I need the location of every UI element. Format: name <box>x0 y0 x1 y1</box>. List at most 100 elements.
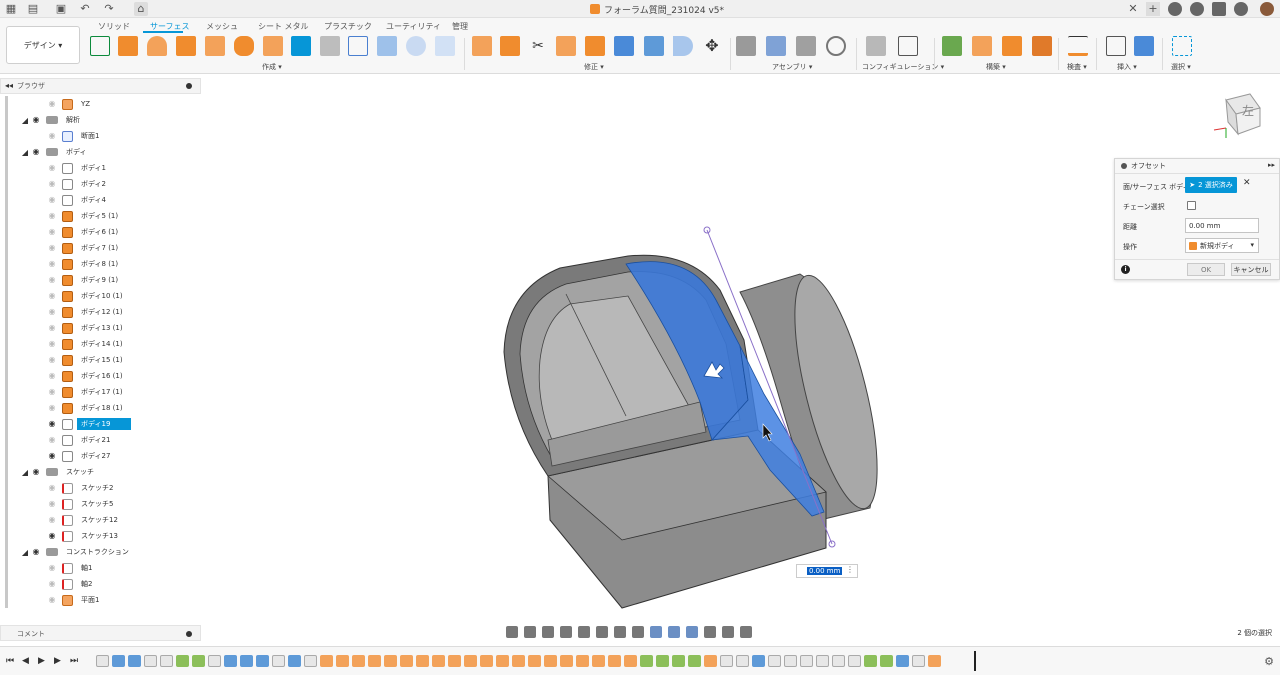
fillet-icon[interactable] <box>673 36 693 56</box>
ok-button[interactable]: OK <box>1187 263 1225 276</box>
visibility-eye-icon[interactable]: ◉ <box>46 276 58 284</box>
plane-at-angle-icon[interactable] <box>972 36 992 56</box>
tab-plastic[interactable]: プラスチック <box>324 21 372 32</box>
browser-item[interactable]: ◢ ◉ ボディ <box>20 144 91 160</box>
more-options-icon[interactable]: ⋮ <box>846 565 854 574</box>
timeline-feature[interactable] <box>336 655 349 667</box>
browser-item[interactable]: ◉ 断面1 <box>46 128 103 144</box>
go-to-start-icon[interactable]: ⏮ <box>6 656 14 666</box>
new-tab-icon[interactable]: + <box>1146 2 1160 16</box>
timeline-marker[interactable] <box>974 651 976 671</box>
browser-item[interactable]: ◉ ボディ18 (1) <box>46 400 127 416</box>
insert-image-icon[interactable] <box>1134 36 1154 56</box>
visibility-eye-icon[interactable]: ◉ <box>30 548 42 556</box>
sweep-icon[interactable] <box>176 36 196 56</box>
group-modify[interactable]: 修正 ▾ <box>584 62 604 72</box>
viewcube[interactable]: 左 <box>1212 90 1272 140</box>
browser-item[interactable]: ◉ ボディ16 (1) <box>46 368 127 384</box>
file-menu-icon[interactable]: ▤ <box>26 2 40 16</box>
shaded-icon[interactable] <box>668 626 680 638</box>
as-built-joint-icon[interactable] <box>796 36 816 56</box>
redo-icon[interactable]: ↷ <box>102 2 116 16</box>
hidden-edges-icon[interactable] <box>686 626 698 638</box>
timeline-feature[interactable] <box>752 655 765 667</box>
visibility-eye-icon[interactable]: ◉ <box>46 452 58 460</box>
tab-mesh[interactable]: メッシュ <box>206 21 238 32</box>
offset-dialog-header[interactable]: オフセット ▸▸ <box>1115 159 1279 174</box>
timeline-feature[interactable] <box>512 655 525 667</box>
boundary-fill-icon[interactable] <box>348 36 368 56</box>
browser-item[interactable]: ◉ ボディ15 (1) <box>46 352 127 368</box>
timeline-feature[interactable] <box>352 655 365 667</box>
timeline-feature[interactable] <box>880 655 893 667</box>
timeline-feature[interactable] <box>688 655 701 667</box>
manipulator-distance-input[interactable]: 0.00 mm ⋮ <box>796 564 858 578</box>
avatar[interactable] <box>1260 2 1274 16</box>
visibility-eye-icon[interactable]: ◉ <box>46 564 58 572</box>
pan-icon[interactable] <box>542 626 554 638</box>
timeline-feature[interactable] <box>656 655 669 667</box>
operation-select[interactable]: 新規ボディ ▾ <box>1185 238 1259 253</box>
timeline-feature[interactable] <box>672 655 685 667</box>
timeline-feature[interactable] <box>320 655 333 667</box>
cancel-button[interactable]: キャンセル <box>1231 263 1271 276</box>
unstitch-icon[interactable] <box>614 36 634 56</box>
stitch-icon[interactable] <box>585 36 605 56</box>
timeline-feature[interactable] <box>864 655 877 667</box>
visibility-eye-icon[interactable]: ◉ <box>46 164 58 172</box>
timeline-feature[interactable] <box>592 655 605 667</box>
comments-panel[interactable]: コメント <box>0 625 201 641</box>
browser-item[interactable]: ◉ ボディ21 <box>46 432 114 448</box>
visibility-eye-icon[interactable]: ◉ <box>46 244 58 252</box>
visibility-eye-icon[interactable]: ◉ <box>46 404 58 412</box>
patch-icon[interactable] <box>234 36 254 56</box>
group-construct[interactable]: 構築 ▾ <box>986 62 1006 72</box>
ruled-icon[interactable] <box>263 36 283 56</box>
browser-item[interactable]: ◉ ボディ2 <box>46 176 110 192</box>
timeline-feature[interactable] <box>736 655 749 667</box>
expand-icon[interactable]: ◢ <box>20 148 30 157</box>
create-sketch-icon[interactable] <box>90 36 110 56</box>
browser-item[interactable]: ◉ 平面1 <box>46 592 103 608</box>
browser-item[interactable]: ◉ ボディ1 <box>46 160 110 176</box>
browser-item[interactable]: ◉ ボディ8 (1) <box>46 256 122 272</box>
chain-select-checkbox[interactable] <box>1187 201 1196 210</box>
revolve-icon[interactable] <box>147 36 167 56</box>
browser-item[interactable]: ◢ ◉ コンストラクション <box>20 544 133 560</box>
timeline-feature[interactable] <box>304 655 317 667</box>
motion-icon[interactable] <box>826 36 846 56</box>
timeline-feature[interactable] <box>784 655 797 667</box>
group-select[interactable]: 選択 ▾ <box>1171 62 1191 72</box>
browser-item[interactable]: ◉ ボディ10 (1) <box>46 288 127 304</box>
workspace-selector[interactable]: デザイン ▾ <box>6 26 80 64</box>
timeline-feature[interactable] <box>576 655 589 667</box>
visibility-eye-icon[interactable]: ◉ <box>46 596 58 604</box>
timeline-feature[interactable] <box>816 655 829 667</box>
timeline-feature[interactable] <box>128 655 141 667</box>
timeline-feature[interactable] <box>768 655 781 667</box>
go-to-end-icon[interactable]: ⏭ <box>70 656 78 666</box>
visibility-eye-icon[interactable]: ◉ <box>46 356 58 364</box>
timeline-feature[interactable] <box>800 655 813 667</box>
pin-icon[interactable] <box>186 83 192 89</box>
section-icon[interactable] <box>722 626 734 638</box>
select-icon[interactable] <box>1172 36 1192 56</box>
group-insert[interactable]: 挿入 ▾ <box>1117 62 1137 72</box>
timeline-feature[interactable] <box>208 655 221 667</box>
look-at-icon[interactable] <box>524 626 536 638</box>
midplane-icon[interactable] <box>1032 36 1052 56</box>
mirror-icon[interactable] <box>377 36 397 56</box>
visibility-eye-icon[interactable]: ◉ <box>46 420 58 428</box>
timeline-feature[interactable] <box>544 655 557 667</box>
visibility-eye-icon[interactable]: ◉ <box>46 180 58 188</box>
loft-icon[interactable] <box>205 36 225 56</box>
zoom-icon[interactable] <box>560 626 572 638</box>
browser-header[interactable]: ◂◂ ブラウザ <box>0 78 201 94</box>
joint-icon[interactable] <box>766 36 786 56</box>
timeline-feature[interactable] <box>416 655 429 667</box>
curve-icon[interactable] <box>435 36 455 56</box>
timeline-feature[interactable] <box>896 655 909 667</box>
visibility-eye-icon[interactable]: ◉ <box>30 468 42 476</box>
group-configure[interactable]: コンフィギュレーション ▾ <box>862 62 944 72</box>
thicken-icon[interactable] <box>320 36 340 56</box>
